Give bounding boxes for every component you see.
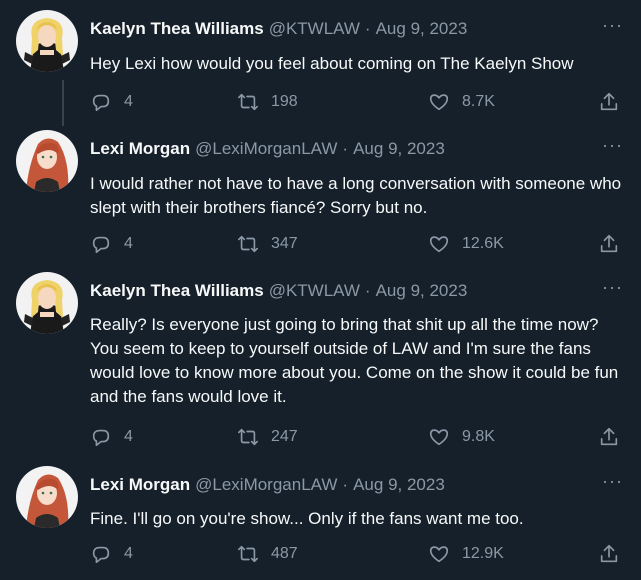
avatar[interactable] [16,272,78,334]
heart-icon [429,546,449,563]
tweet-date[interactable]: Aug 9, 2023 [376,19,468,39]
tweet[interactable]: Lexi Morgan @LexiMorganLAW · Aug 9, 2023… [0,466,641,576]
tweet-date[interactable]: Aug 9, 2023 [376,281,468,301]
tweet-actions: 4 198 8.7K [90,90,626,114]
more-options-icon[interactable]: ··· [602,472,623,490]
like-button[interactable]: 12.6K [428,232,504,256]
tweet[interactable]: Kaelyn Thea Williams @KTWLAW · Aug 9, 20… [0,272,641,452]
user-handle[interactable]: @LexiMorganLAW [195,139,337,159]
separator-dot: · [342,475,349,494]
retweet-count: 487 [271,545,298,562]
reply-icon [92,546,110,564]
retweet-button[interactable]: 487 [237,542,298,566]
share-button[interactable] [598,232,620,256]
avatar-blonde-image [16,272,78,334]
retweet-icon [238,545,258,563]
avatar-blonde-image [16,10,78,72]
user-handle[interactable]: @KTWLAW [269,19,360,39]
share-button[interactable] [598,425,620,449]
reply-count: 4 [124,545,133,562]
tweet[interactable]: Lexi Morgan @LexiMorganLAW · Aug 9, 2023… [0,130,641,265]
share-button[interactable] [598,90,620,114]
display-name[interactable]: Kaelyn Thea Williams [90,281,264,301]
share-button[interactable] [598,542,620,566]
like-button[interactable]: 8.7K [428,90,495,114]
separator-dot: · [342,139,349,158]
share-icon [600,544,618,563]
heart-icon [429,94,449,111]
tweet[interactable]: Kaelyn Thea Williams @KTWLAW · Aug 9, 20… [0,10,641,126]
tweet-date[interactable]: Aug 9, 2023 [353,139,445,159]
reply-count: 4 [124,93,133,110]
tweet-text: Fine. I'll go on you're show... Only if … [90,509,524,528]
like-button[interactable]: 12.9K [428,542,504,566]
heart-icon [429,236,449,253]
reply-count: 4 [124,235,133,252]
reply-count: 4 [124,428,133,445]
retweet-button[interactable]: 247 [237,425,298,449]
retweet-button[interactable]: 198 [237,90,298,114]
reply-button[interactable]: 4 [90,232,133,256]
tweet-text: I would rather not have to have a long c… [90,174,622,217]
tweet-actions: 4 247 9.8K [90,425,626,449]
tweet-date[interactable]: Aug 9, 2023 [353,475,445,495]
share-icon [600,427,618,446]
retweet-count: 198 [271,93,298,110]
more-options-icon[interactable]: ··· [602,278,623,296]
display-name[interactable]: Kaelyn Thea Williams [90,19,264,39]
retweet-count: 347 [271,235,298,252]
user-handle[interactable]: @KTWLAW [269,281,360,301]
avatar-redhead-image [16,466,78,528]
like-count: 8.7K [462,93,495,110]
tweet-text: Hey Lexi how would you feel about coming… [90,54,574,73]
tweet-actions: 4 487 12.9K [90,542,626,566]
display-name[interactable]: Lexi Morgan [90,475,190,495]
reply-icon [92,429,110,447]
retweet-icon [238,428,258,446]
display-name[interactable]: Lexi Morgan [90,139,190,159]
separator-dot: · [364,281,371,300]
avatar-redhead-image [16,130,78,192]
share-icon [600,92,618,111]
retweet-count: 247 [271,428,298,445]
retweet-icon [238,93,258,111]
tweet-text: Really? Is everyone just going to bring … [90,315,619,406]
reply-button[interactable]: 4 [90,542,133,566]
tweet-actions: 4 347 12.6K [90,232,626,256]
user-handle[interactable]: @LexiMorganLAW [195,475,337,495]
share-icon [600,234,618,253]
like-count: 12.6K [462,235,504,252]
tweet-thread: Kaelyn Thea Williams @KTWLAW · Aug 9, 20… [0,0,641,580]
like-count: 12.9K [462,545,504,562]
more-options-icon[interactable]: ··· [602,16,623,34]
like-button[interactable]: 9.8K [428,425,495,449]
avatar[interactable] [16,130,78,192]
like-count: 9.8K [462,428,495,445]
more-options-icon[interactable]: ··· [602,136,623,154]
reply-icon [92,94,110,112]
avatar[interactable] [16,10,78,72]
thread-line [62,80,64,126]
retweet-icon [238,235,258,253]
avatar[interactable] [16,466,78,528]
separator-dot: · [364,19,371,38]
retweet-button[interactable]: 347 [237,232,298,256]
reply-button[interactable]: 4 [90,90,133,114]
reply-button[interactable]: 4 [90,425,133,449]
heart-icon [429,429,449,446]
reply-icon [92,236,110,254]
